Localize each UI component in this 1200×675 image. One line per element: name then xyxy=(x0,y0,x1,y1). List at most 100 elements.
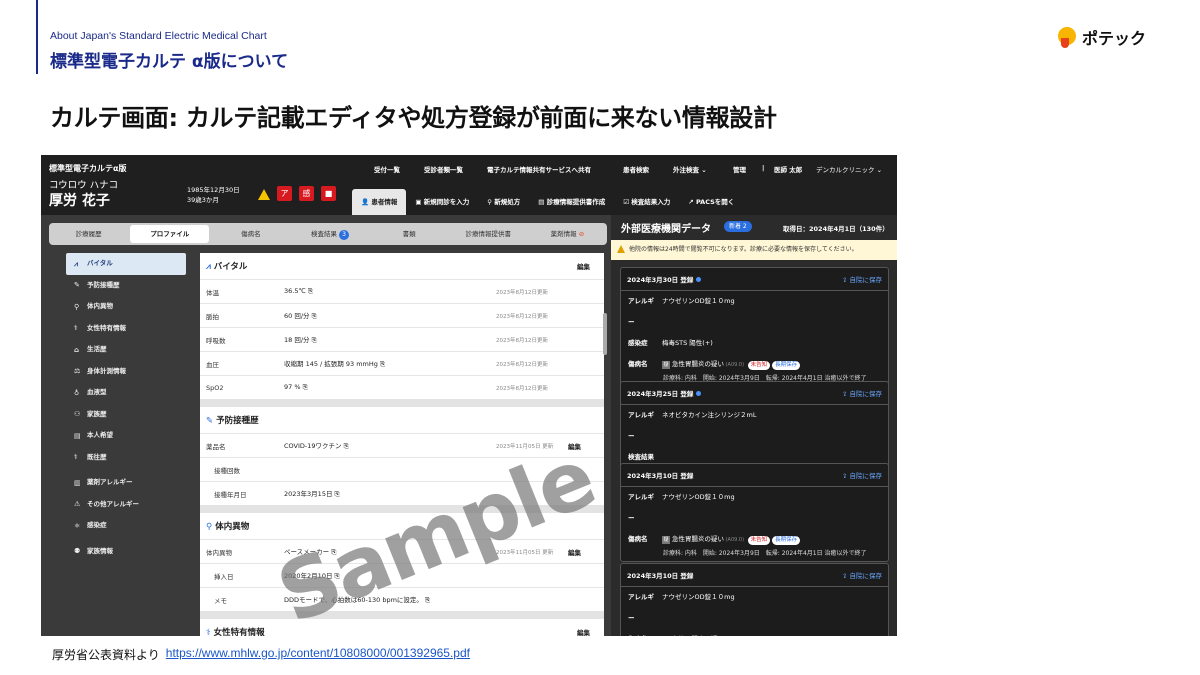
top-nav-item[interactable]: 管理 xyxy=(733,164,746,174)
card-row-value: ネオビタカイン注シリンジ２mL xyxy=(662,405,756,447)
retention-warning: 他院の情報は24時間で閲覧不可になります。診療に必要な情報を保存してください。 xyxy=(611,240,897,260)
table-row: メモ DDDモードで、心拍数は60-130 bpmに設定。 ⎘ xyxy=(200,587,604,611)
row-label: 体温 xyxy=(206,288,219,297)
infection-badge[interactable]: 感 xyxy=(299,186,314,201)
tab-item[interactable]: ↗ PACSを開く xyxy=(679,189,743,215)
sidebar-item[interactable]: ▤ 本人希望 xyxy=(66,425,186,447)
top-nav-item[interactable]: 患者検索 xyxy=(623,164,649,174)
sidebar-item[interactable]: ⚲ 体内異物 xyxy=(66,296,186,318)
card-date: 2024年3月10日 登録 xyxy=(627,572,694,580)
sidebar-item[interactable]: ⌂ 生活歴 xyxy=(66,339,186,361)
status-chip: 未告知 xyxy=(747,361,771,370)
edit-button[interactable]: 編集 xyxy=(568,547,581,557)
top-nav-item[interactable]: 電子カルテ情報共有サービスへ共有 xyxy=(487,164,591,174)
sidebar-item[interactable]: ⚇ 家族歴 xyxy=(66,404,186,426)
warning-icon xyxy=(617,245,625,253)
row-updated: 2023年11月05日 更新 xyxy=(496,549,554,556)
table-row: 接種回数 xyxy=(200,457,604,481)
slide-subtitle: About Japan's Standard Electric Medical … xyxy=(50,30,267,42)
row-value: COVID-19ワクチン ⎘ xyxy=(284,442,349,450)
card-row-label: 傷病名 xyxy=(628,629,654,636)
external-data-panel: 外部医療機関データ 新着 2 取得日：2024年4月1日（130件） 他院の情報… xyxy=(611,215,897,636)
section-divider xyxy=(200,505,604,513)
section-title: ⩘ バイタル xyxy=(206,260,247,272)
external-record-card: 2024年3月10日 登録 ⇪ 自院に保存アレルギーナウゼリンOD錠１０mg 傷病名… xyxy=(620,463,889,562)
sidebar-item[interactable]: ⚛ 感染症 xyxy=(66,515,186,537)
row-value: 97 % ⎘ xyxy=(284,383,308,391)
section-title-text: 女性特有情報 xyxy=(213,628,265,636)
section-title-text: 体内異物 xyxy=(215,522,250,532)
slide-title: 標準型電子カルテ α版について xyxy=(50,52,289,72)
subtab-item[interactable]: 書類 xyxy=(370,225,449,243)
save-button[interactable]: ⇪ 自院に保存 xyxy=(842,274,882,284)
section-title: ⚕ 女性特有情報 xyxy=(206,626,265,636)
doc-icon: 疑 xyxy=(662,536,670,544)
slide-heading: カルテ画面: カルテ記載エディタや処方登録が前面に来ない情報設計 xyxy=(50,104,777,132)
card-row-value: 梅毒STS 陽性(+) xyxy=(662,333,713,354)
save-button[interactable]: ⇪ 自院に保存 xyxy=(842,470,882,480)
tab-label: 患者情報 xyxy=(371,198,398,206)
sidebar-icon: ✎ xyxy=(74,281,80,290)
top-nav-item[interactable]: デンカルクリニック ⌄ xyxy=(816,164,882,174)
tab-item[interactable]: 👤 患者情報 xyxy=(352,189,407,215)
top-nav-item[interactable]: 医師 太郎 xyxy=(774,164,802,174)
sidebar-label: 生活歴 xyxy=(87,345,107,353)
card-row-value: 疑急性胃腸炎の疑い (A09.0) 未告知長期保存 xyxy=(662,629,800,636)
save-button[interactable]: ⇪ 自院に保存 xyxy=(842,570,882,580)
row-value: 2020年2月10日 ⎘ xyxy=(284,572,340,580)
row-updated: 2023年8月12日更新 xyxy=(496,289,548,296)
sidebar-item[interactable]: ▥ 薬剤アレルギー xyxy=(66,472,186,494)
top-nav-item[interactable]: 受付一覧 xyxy=(374,164,400,174)
row-updated: 2023年8月12日更新 xyxy=(496,337,548,344)
sidebar-item[interactable]: ⚉ 家族情報 xyxy=(66,541,186,563)
subtab-item[interactable]: 診療情報提供書 xyxy=(449,225,528,243)
card-row-text: ネオビタカイン注シリンジ２mL xyxy=(662,411,757,419)
card-row-label: アレルギー xyxy=(628,297,654,326)
logo: ポテック xyxy=(1058,25,1146,49)
subtab-item[interactable]: プロファイル xyxy=(130,225,210,243)
subtab-item[interactable]: 検査結果 3 xyxy=(290,225,369,243)
sidebar-item[interactable]: ⩘ バイタル xyxy=(66,253,186,275)
sidebar-item[interactable]: ⚕ 既往歴 xyxy=(66,447,186,469)
card-row: 傷病名 疑急性胃腸炎の疑い (A09.0) 未告知長期保存 xyxy=(621,629,888,636)
tab-item[interactable]: ▤ 診療情報提供書作成 xyxy=(529,189,614,215)
edit-button[interactable]: 編集 xyxy=(568,441,581,451)
logo-text: ポテック xyxy=(1082,29,1147,48)
row-label: 挿入日 xyxy=(214,572,234,581)
sidebar-item[interactable]: ⚖ 身体計測情報 xyxy=(66,361,186,383)
sidebar-item[interactable]: ♁ 血液型 xyxy=(66,382,186,404)
sidebar-icon: ⚛ xyxy=(74,521,81,530)
tab-item[interactable]: ⚲ 新規処方 xyxy=(478,189,529,215)
card-row-text: 急性胃腸炎の疑い xyxy=(672,635,724,636)
card-row-label: アレルギー xyxy=(628,593,654,622)
edit-button[interactable]: 編集 xyxy=(577,627,590,636)
row-updated: 2023年11月05日 更新 xyxy=(496,443,554,450)
table-row: 薬品名 COVID-19ワクチン ⎘ 2023年11月05日 更新 編集 xyxy=(200,433,604,457)
subtab-item[interactable]: 傷病名 xyxy=(211,225,290,243)
external-data-title: 外部医療機関データ xyxy=(621,224,711,235)
edit-button[interactable]: 編集 xyxy=(577,261,590,271)
save-button[interactable]: ⇪ 自院に保存 xyxy=(842,388,882,398)
subtab-item[interactable]: 薬剤情報 ⊘ xyxy=(528,225,607,243)
section-header: ⩘ バイタル 編集 xyxy=(200,253,604,279)
scrollbar[interactable] xyxy=(603,313,607,355)
top-nav-item: | xyxy=(762,164,765,172)
card-row: アレルギー ナウゼリンOD錠１０mg xyxy=(621,291,888,333)
external-record-card: 2024年3月30日 登録 ⇪ 自院に保存 アレルギー ナウゼリンOD錠１０mg 感染症… xyxy=(620,267,889,387)
top-nav-item[interactable]: 外注検査 ⌄ xyxy=(673,164,707,174)
status-chip: 未告知 xyxy=(747,536,771,545)
action-tabs: 👤 患者情報 ▣ 新規問診を入力 ⚲ 新規処方 ▤ 診療情報提供書作成 ☑ 検査結果入力… xyxy=(352,189,743,215)
sidebar-item[interactable]: ✎ 予防接種歴 xyxy=(66,275,186,297)
sidebar-item[interactable]: ⚕ 女性特有情報 xyxy=(66,318,186,340)
alert-icon: ⊘ xyxy=(576,230,585,238)
top-nav-item[interactable]: 受診者類一覧 xyxy=(424,164,463,174)
allergy-badge[interactable]: ア xyxy=(277,186,292,201)
tab-item[interactable]: ☑ 検査結果入力 xyxy=(614,189,679,215)
source-link[interactable]: https://www.mhlw.go.jp/content/10808000/… xyxy=(166,646,470,663)
subtab-item[interactable]: 診療履歴 xyxy=(49,225,128,243)
tab-item[interactable]: ▣ 新規問診を入力 xyxy=(406,189,478,215)
card-row-value: ナウゼリンOD錠１０mg xyxy=(662,291,735,333)
message-badge[interactable]: ■ xyxy=(321,186,336,201)
card-header: 2024年3月30日 登録 ⇪ 自院に保存 xyxy=(621,268,888,291)
sidebar-item[interactable]: ⚠ その他アレルギー xyxy=(66,494,186,516)
